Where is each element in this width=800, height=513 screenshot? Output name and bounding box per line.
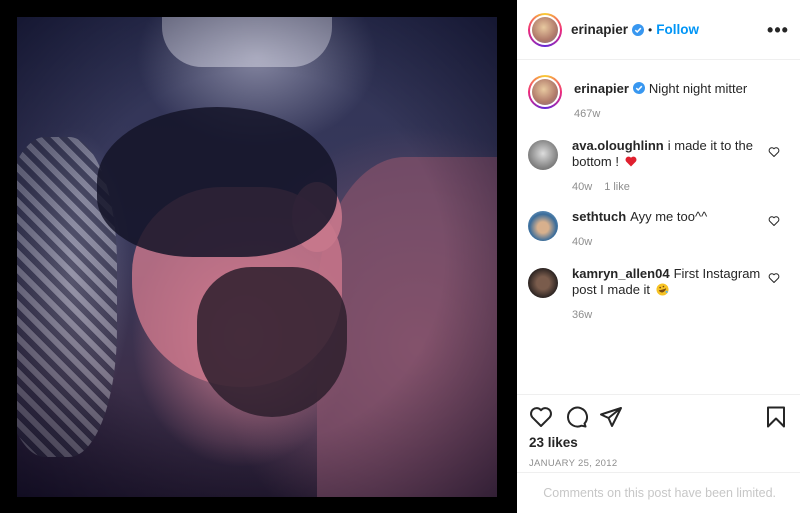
comment-username[interactable]: ava.oloughlinn [572, 138, 664, 153]
caption-avatar[interactable] [528, 75, 562, 109]
more-options-icon[interactable]: ••• [767, 20, 788, 40]
photo-vignette [17, 17, 497, 497]
like-comment-heart-icon[interactable] [768, 146, 780, 158]
author-username[interactable]: erinapier [571, 22, 628, 37]
header-separator: • [648, 22, 653, 37]
caption-row: erinapier Night night mitter 467w [528, 75, 788, 122]
post-date[interactable]: JANUARY 25, 2012 [529, 458, 788, 469]
comment-avatar[interactable] [528, 211, 558, 241]
post-sidebar: erinapier • Follow ••• erinapier Night n… [517, 0, 800, 513]
follow-button[interactable]: Follow [656, 22, 699, 37]
comment-age[interactable]: 36w [572, 309, 592, 321]
comment-text: Ayy me too^^ [630, 209, 708, 224]
post-photo[interactable] [17, 17, 497, 497]
author-avatar-image [532, 16, 558, 43]
media-pane [0, 0, 517, 513]
post-header: erinapier • Follow ••• [517, 0, 800, 60]
comment-username[interactable]: sethtuch [572, 209, 626, 224]
red-heart-emoji-icon [625, 156, 637, 167]
comment-likes-count[interactable]: 1 like [604, 181, 630, 193]
caption-text: Night night mitter [648, 81, 748, 96]
comment-username[interactable]: kamryn_allen04 [572, 266, 670, 281]
author-avatar[interactable] [528, 12, 562, 47]
comment-row: ava.oloughlinn i made it to the bottom ! … [528, 138, 788, 195]
comment-bubble-icon[interactable] [564, 405, 588, 429]
comment-avatar[interactable] [528, 140, 558, 170]
share-paper-plane-icon[interactable] [599, 405, 623, 429]
comment-age[interactable]: 40w [572, 236, 592, 248]
comment-row: kamryn_allen04 First Instagram post I mad… [528, 266, 788, 323]
like-comment-heart-icon[interactable] [768, 215, 780, 227]
like-comment-heart-icon[interactable] [768, 272, 780, 284]
caption-age[interactable]: 467w [574, 108, 600, 120]
comment-age[interactable]: 40w [572, 181, 592, 193]
comment-avatar[interactable] [528, 268, 558, 298]
likes-count[interactable]: 23 likes [529, 435, 788, 450]
verified-badge-icon [632, 23, 645, 36]
comments-list: erinapier Night night mitter 467w ava.ol… [517, 61, 800, 394]
post-actions: 23 likes JANUARY 25, 2012 [517, 394, 800, 472]
comments-limited-notice: Comments on this post have been limited. [517, 472, 800, 513]
rolling-laughing-emoji-icon [656, 283, 669, 296]
comment-row: sethtuch Ayy me too^^ 40w [528, 209, 788, 250]
save-bookmark-icon[interactable] [764, 405, 788, 429]
verified-badge-icon [632, 82, 645, 94]
caption-username[interactable]: erinapier [574, 81, 629, 96]
like-heart-icon[interactable] [529, 405, 553, 429]
